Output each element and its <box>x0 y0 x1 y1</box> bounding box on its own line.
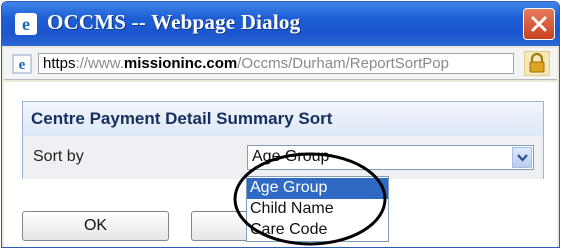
svg-text:e: e <box>22 14 30 34</box>
url-host-prefix: ://www. <box>75 55 124 72</box>
svg-text:e: e <box>19 57 26 73</box>
dialog-window: e OCCMS -- Webpage Dialog e https://www.… <box>1 1 560 248</box>
dropdown-button[interactable] <box>512 147 532 168</box>
url-host-domain: missioninc.com <box>123 55 238 72</box>
sort-panel: Centre Payment Detail Summary Sort Sort … <box>22 101 544 179</box>
title-bar[interactable]: e OCCMS -- Webpage Dialog <box>2 2 559 46</box>
url-field[interactable]: https://www.missioninc.com/Occms/Durham/… <box>38 53 514 74</box>
panel-header: Centre Payment Detail Summary Sort <box>23 102 543 137</box>
panel-title: Centre Payment Detail Summary Sort <box>31 109 333 128</box>
ie-icon: e <box>15 13 37 35</box>
sort-row: Sort by Age Group <box>23 136 543 179</box>
url-path: /Occms/Durham/ReportSortPop <box>237 55 449 72</box>
sort-by-options-list: Age Group Child Name Care Code <box>246 176 389 242</box>
close-button[interactable] <box>523 8 555 40</box>
chevron-down-icon <box>517 154 528 162</box>
sort-by-select[interactable]: Age Group <box>247 145 534 170</box>
option-care-code[interactable]: Care Code <box>247 220 388 241</box>
window-title: OCCMS -- Webpage Dialog <box>47 10 301 34</box>
sort-by-selected-value: Age Group <box>252 148 330 165</box>
lock-icon[interactable] <box>524 51 550 76</box>
option-child-name[interactable]: Child Name <box>247 199 388 220</box>
url-scheme: https <box>43 55 76 72</box>
close-icon <box>531 16 547 32</box>
option-age-group[interactable]: Age Group <box>247 178 388 199</box>
page-icon: e <box>12 54 32 74</box>
ok-button[interactable]: OK <box>22 211 169 241</box>
address-bar: e https://www.missioninc.com/Occms/Durha… <box>4 48 557 80</box>
sort-by-label: Sort by <box>33 148 84 165</box>
